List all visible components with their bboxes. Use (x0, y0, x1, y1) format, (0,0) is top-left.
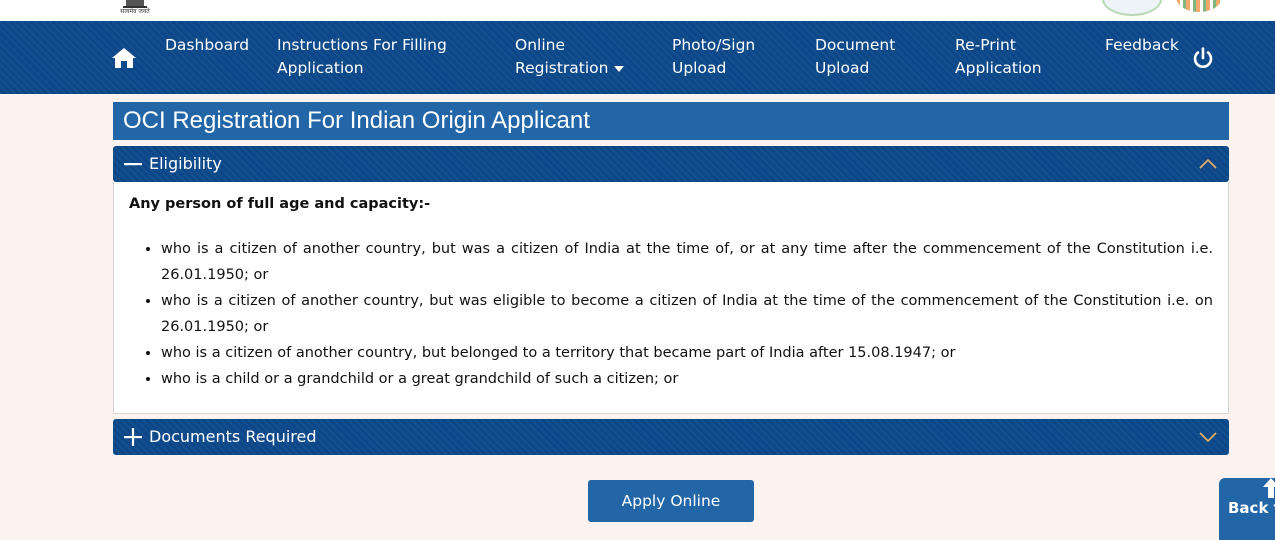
partner-logo-icon (1102, 0, 1162, 16)
list-item: who is a citizen of another country, but… (161, 236, 1213, 288)
top-header: सत्यमेव जयते (0, 0, 1275, 21)
plus-icon (124, 428, 142, 446)
nav-reprint-application[interactable]: Re-Print Application (955, 34, 1042, 80)
list-item: who is a child or a grandchild or a grea… (161, 366, 1213, 392)
eligibility-list: who is a citizen of another country, but… (129, 236, 1213, 392)
arrow-up-icon (1263, 478, 1275, 498)
nav-photo-sign-line2: Upload (672, 59, 727, 77)
nav-instructions-line2: Application (277, 59, 364, 77)
documents-label: Documents Required (149, 427, 317, 446)
nav-online-registration[interactable]: Online Registration (515, 34, 625, 80)
national-emblem: सत्यमेव जयते (114, 0, 156, 18)
apply-online-button[interactable]: Apply Online (588, 480, 754, 522)
nav-document-upload[interactable]: Document Upload (815, 34, 895, 80)
minus-icon (124, 163, 142, 166)
nav-online-registration-line2: Registration (515, 59, 609, 77)
list-item: who is a citizen of another country, but… (161, 288, 1213, 340)
nav-online-registration-line1: Online (515, 36, 565, 54)
nav-photo-sign-upload[interactable]: Photo/Sign Upload (672, 34, 755, 80)
main-navbar: Dashboard Instructions For Filling Appli… (0, 21, 1275, 94)
nav-document-upload-line1: Document (815, 36, 896, 54)
campaign-logo-icon (1176, 0, 1222, 12)
eligibility-accordion-header[interactable]: Eligibility (113, 146, 1229, 182)
nav-document-upload-line2: Upload (815, 59, 870, 77)
emblem-motto: सत्यमेव जयते (120, 8, 150, 15)
nav-dashboard[interactable]: Dashboard (165, 34, 249, 57)
nav-feedback-label: Feedback (1105, 36, 1179, 54)
back-to-top-label: Back to Top (1228, 499, 1275, 517)
nav-instructions-line1: Instructions For Filling (277, 36, 447, 54)
eligibility-label: Eligibility (149, 154, 222, 173)
nav-dashboard-label: Dashboard (165, 36, 250, 54)
chevron-down-icon (1199, 432, 1217, 443)
back-to-top-button[interactable]: Back to Top (1219, 478, 1275, 540)
eligibility-content: Any person of full age and capacity:- wh… (113, 182, 1229, 414)
nav-reprint-line2: Application (955, 59, 1042, 77)
eligibility-lead: Any person of full age and capacity:- (129, 196, 431, 212)
nav-photo-sign-line1: Photo/Sign (672, 36, 756, 54)
list-item: who is a citizen of another country, but… (161, 340, 1213, 366)
home-icon[interactable] (110, 46, 138, 70)
caret-down-icon (614, 65, 625, 72)
power-icon[interactable] (1191, 46, 1215, 70)
chevron-up-icon (1199, 158, 1217, 169)
documents-accordion-header[interactable]: Documents Required (113, 419, 1229, 455)
nav-feedback[interactable]: Feedback (1105, 34, 1179, 57)
nav-reprint-line1: Re-Print (955, 36, 1016, 54)
nav-instructions[interactable]: Instructions For Filling Application (277, 34, 447, 80)
page-title: OCI Registration For Indian Origin Appli… (113, 102, 1229, 140)
